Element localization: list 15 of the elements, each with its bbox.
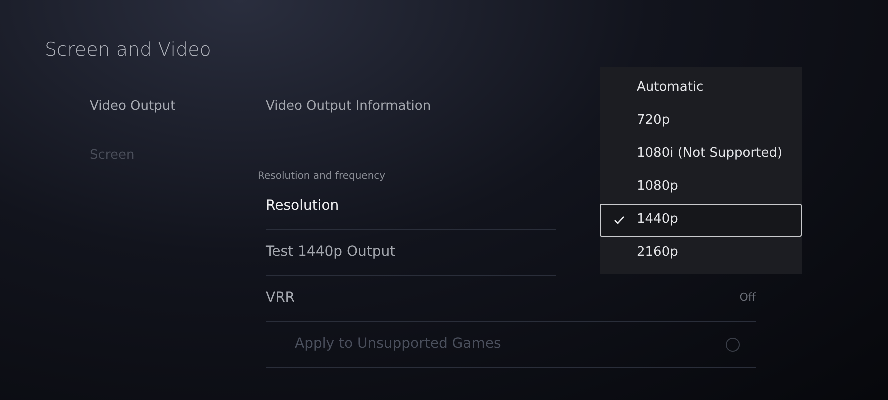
- sidebar-item[interactable]: Video Output: [90, 96, 266, 116]
- setting-label[interactable]: VRR: [266, 288, 296, 309]
- checkmark-icon: [614, 216, 624, 224]
- dropdown-option[interactable]: 1080i (Not Supported): [600, 138, 802, 170]
- setting-label[interactable]: Test 1440p Output: [266, 242, 396, 263]
- setting-label: Apply to Unsupported Games: [295, 335, 502, 354]
- setting-label[interactable]: Resolution: [266, 196, 340, 217]
- dropdown-option[interactable]: Automatic: [600, 72, 802, 104]
- dropdown-option[interactable]: 1440p: [600, 204, 802, 236]
- page-title: Screen and Video: [45, 38, 212, 63]
- section-heading: Resolution and frequency: [258, 170, 387, 184]
- dropdown-option[interactable]: 1080p: [600, 170, 802, 204]
- setting-value: Off: [740, 290, 756, 306]
- dropdown-option[interactable]: 720p: [600, 104, 802, 138]
- dropdown-option[interactable]: 2160p: [600, 236, 802, 270]
